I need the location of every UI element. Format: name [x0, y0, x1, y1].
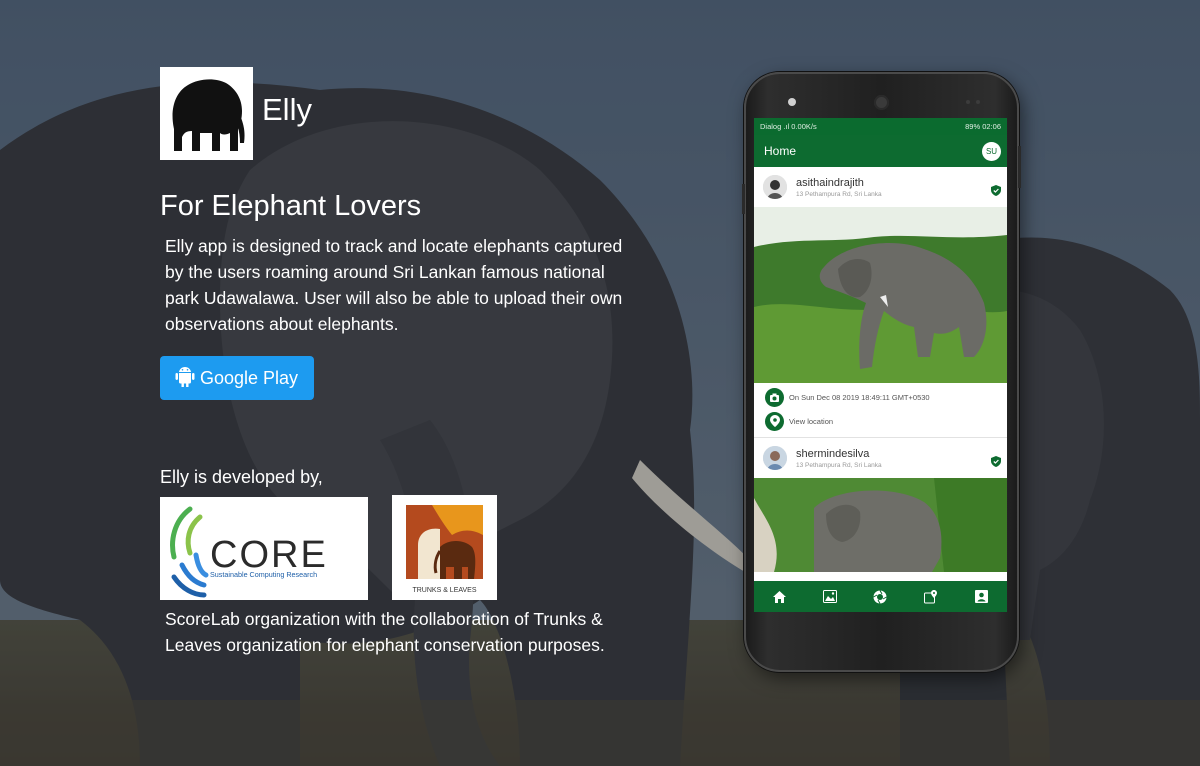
map-icon[interactable]	[921, 587, 941, 607]
post-location: 13 Pethampura Rd, Sri Lanka	[796, 190, 882, 198]
post-date: On Sun Dec 08 2019 18:49:11 GMT+0530	[789, 392, 930, 402]
developed-by-label: Elly is developed by,	[160, 467, 323, 487]
post-photo[interactable]	[754, 207, 1007, 383]
google-play-label: Google Play	[200, 367, 299, 388]
app-name: Elly	[262, 91, 312, 127]
google-play-button[interactable]: Google Play	[160, 356, 314, 400]
home-icon[interactable]	[769, 587, 789, 607]
post-username: asithaindrajith	[796, 176, 864, 189]
profile-icon[interactable]	[972, 587, 992, 607]
app-bar-title: Home	[764, 144, 797, 158]
camera-icon[interactable]	[870, 587, 890, 607]
status-right: 89% 02:06	[965, 122, 1001, 131]
camera-time-icon	[765, 387, 784, 407]
tagline: For Elephant Lovers	[160, 190, 422, 222]
status-left: Dialog .ıl 0.00K/s	[760, 122, 817, 131]
app-description: Elly app is designed to track and locate…	[165, 236, 623, 334]
post-username: shermindesilva	[796, 447, 870, 460]
partners-description: ScoreLab organization with the collabora…	[165, 609, 605, 655]
user-avatar[interactable]: SU	[982, 141, 1001, 161]
verified-shield-icon	[991, 454, 1001, 472]
core-logo[interactable]: CORE Sustainable Computing Research	[160, 497, 368, 600]
elephant-logo-icon	[160, 67, 253, 160]
gallery-icon[interactable]	[820, 587, 840, 607]
speaker-grill	[874, 95, 889, 110]
brand-header: Elly	[160, 67, 312, 160]
view-location-link[interactable]: View location	[754, 409, 1007, 433]
phone-screen: Dialog .ıl 0.00K/s 89% 02:06 Home SU asi…	[754, 118, 1007, 612]
app-bar: Home SU	[754, 135, 1007, 167]
post-header[interactable]: asithaindrajith 13 Pethampura Rd, Sri La…	[754, 167, 1007, 207]
trunks-leaves-label: TRUNKS & LEAVES	[412, 587, 476, 594]
post-photo[interactable]	[754, 478, 1007, 572]
post-header[interactable]: shermindesilva 13 Pethampura Rd, Sri Lan…	[754, 438, 1007, 478]
view-location-label: View location	[789, 416, 834, 426]
bottom-navigation	[754, 581, 1007, 612]
post-date-row: On Sun Dec 08 2019 18:49:11 GMT+0530	[754, 385, 1007, 409]
post-location: 13 Pethampura Rd, Sri Lanka	[796, 461, 882, 469]
location-pin-icon	[765, 411, 784, 431]
core-logo-subtitle: Sustainable Computing Research	[210, 570, 317, 579]
phone-mockup: Dialog .ıl 0.00K/s 89% 02:06 Home SU asi…	[742, 72, 1021, 672]
android-icon	[175, 365, 195, 392]
avatar	[763, 446, 787, 470]
status-bar: Dialog .ıl 0.00K/s 89% 02:06	[754, 118, 1007, 135]
trunks-leaves-logo[interactable]: TRUNKS & LEAVES	[392, 495, 497, 600]
avatar	[763, 175, 787, 199]
verified-shield-icon	[991, 183, 1001, 201]
front-camera	[788, 98, 796, 106]
